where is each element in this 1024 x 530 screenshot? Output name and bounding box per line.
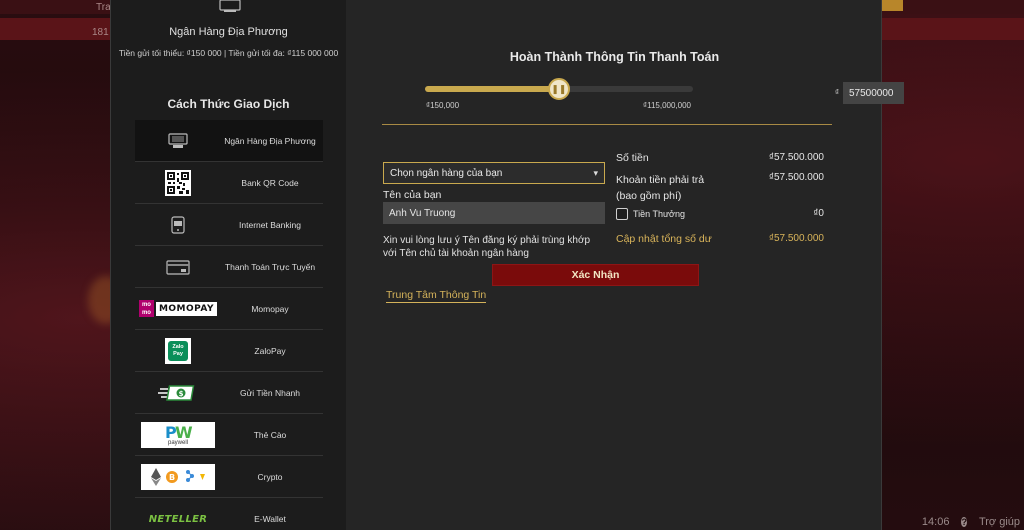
method-label: Crypto bbox=[257, 471, 283, 482]
zalopay-mark: Zalo Pay bbox=[168, 340, 188, 361]
summary-row-payable: Khoản tiền phải trả (bao gồm phí) ₫57.50… bbox=[616, 172, 824, 204]
summary-payable-label-line2: (bao gồm phí) bbox=[616, 190, 682, 202]
info-center-link[interactable]: Trung Tâm Thông Tin bbox=[386, 289, 487, 303]
name-match-notice: Xin vui lòng lưu ý Tên đăng ký phải trùn… bbox=[383, 235, 591, 259]
summary-row-bonus: Tiền Thưởng ₫0 bbox=[616, 208, 824, 221]
method-item-ewallet[interactable]: NETELLER E-Wallet bbox=[135, 498, 323, 530]
momo-logo: mo mo MOMOPAY bbox=[138, 300, 218, 317]
summary-balance-label: Cập nhật tổng số dư bbox=[616, 233, 712, 245]
form-title: Hoàn Thành Thông Tin Thanh Toán bbox=[509, 50, 720, 64]
help-label[interactable]: Trợ giúp bbox=[979, 516, 1020, 528]
momo-badge: mo mo bbox=[138, 300, 154, 317]
backdrop-footer: 14:06 ? Trợ giúp bbox=[922, 516, 1020, 528]
crypto-coins-icon: B bbox=[151, 467, 205, 486]
summary-payable-label-line1: Khoản tiền phải trả bbox=[616, 174, 705, 186]
neteller-logo: NETELLER bbox=[148, 513, 208, 525]
method-label: Gửi Tiền Nhanh bbox=[239, 387, 301, 398]
fast-money-icon: $ bbox=[158, 384, 195, 401]
amount-input[interactable] bbox=[843, 82, 904, 104]
method-label: Bank QR Code bbox=[241, 177, 299, 188]
summary-amount-value: ₫57.500.000 bbox=[768, 152, 824, 163]
crypto-logo: B bbox=[141, 463, 215, 490]
chevron-down-icon: ▾ bbox=[593, 167, 598, 178]
summary-payable-value: ₫57.500.000 bbox=[768, 172, 824, 183]
method-label: E-Wallet bbox=[254, 514, 286, 524]
method-item-momopay[interactable]: mo mo MOMOPAY Momopay bbox=[135, 288, 323, 330]
slider-grip-icon: ❚❚ bbox=[551, 83, 567, 94]
amount-slider-fill bbox=[425, 86, 559, 92]
method-item-scratch-card[interactable]: P W paywell Thẻ Cào bbox=[135, 414, 323, 456]
backdrop-gold-button bbox=[881, 0, 903, 11]
help-icon: ? bbox=[961, 517, 967, 527]
backdrop-time: 14:06 bbox=[921, 516, 950, 528]
method-label: Thẻ Cào bbox=[253, 429, 287, 440]
bank-card-icon bbox=[219, 0, 241, 12]
amount-slider[interactable]: ❚❚ bbox=[425, 78, 693, 100]
method-label: Thanh Toán Trực Tuyến bbox=[224, 261, 316, 272]
section-divider bbox=[382, 124, 832, 125]
confirm-button[interactable]: Xác Nhận bbox=[492, 264, 699, 286]
bonus-option[interactable]: Tiền Thưởng bbox=[616, 208, 685, 221]
bank-select-value: Chọn ngân hàng của bạn bbox=[390, 167, 503, 179]
method-item-local-bank[interactable]: Ngân Hàng Địa Phương bbox=[135, 120, 323, 162]
bonus-label: Tiền Thưởng bbox=[633, 209, 685, 220]
method-label: Ngân Hàng Địa Phương bbox=[224, 135, 316, 146]
method-label: Momopay bbox=[251, 303, 289, 314]
online-payment-icon bbox=[166, 259, 190, 275]
method-item-internet-banking[interactable]: Internet Banking bbox=[135, 204, 323, 246]
method-item-fast-deposit[interactable]: $ Gửi Tiền Nhanh bbox=[135, 372, 323, 414]
phone-banking-icon bbox=[171, 215, 185, 234]
backdrop-text-2: 181 bbox=[92, 27, 109, 38]
payment-method-panel: Ngân Hàng Địa Phương Tiền gửi tối thiểu:… bbox=[111, 0, 346, 530]
momo-wordmark: MOMOPAY bbox=[155, 301, 218, 316]
selected-method-name: Ngân Hàng Địa Phương bbox=[169, 26, 288, 38]
summary-balance-value: ₫57.500.000 bbox=[768, 233, 824, 244]
summary-row-balance: Cập nhật tổng số dư ₫57.500.000 bbox=[616, 233, 824, 245]
slider-min-label: ₫150,000 bbox=[426, 101, 460, 110]
help-link[interactable]: ? bbox=[961, 516, 967, 528]
amount-slider-handle[interactable]: ❚❚ bbox=[547, 78, 570, 100]
method-label: ZaloPay bbox=[254, 345, 286, 356]
method-list: Ngân Hàng Địa Phương Bank QR Code Intern… bbox=[135, 120, 323, 530]
paywell-logo: P W paywell bbox=[141, 421, 215, 448]
methods-title: Cách Thức Giao Dịch bbox=[167, 97, 290, 111]
amount-currency-symbol: ₫ bbox=[835, 88, 840, 97]
qr-code-icon bbox=[165, 169, 191, 196]
summary-bonus-value: ₫0 bbox=[813, 208, 824, 219]
name-field[interactable]: Anh Vu Truong bbox=[383, 202, 605, 224]
bank-card-icon bbox=[168, 132, 188, 148]
zalopay-logo: Zalo Pay bbox=[165, 337, 191, 364]
name-field-label: Tên của bạn bbox=[383, 189, 442, 201]
paywell-wordmark: paywell bbox=[167, 439, 188, 446]
method-item-online-payment[interactable]: Thanh Toán Trực Tuyến bbox=[135, 246, 323, 288]
method-item-crypto[interactable]: B Crypto bbox=[135, 456, 323, 498]
method-item-bank-qr[interactable]: Bank QR Code bbox=[135, 162, 323, 204]
deposit-modal: Ngân Hàng Địa Phương Tiền gửi tối thiểu:… bbox=[110, 0, 904, 530]
backdrop-text-1: Tra bbox=[96, 2, 111, 13]
slider-max-label: ₫115,000,000 bbox=[643, 101, 691, 110]
paywell-mark-icon: P W bbox=[165, 424, 193, 440]
summary-row-amount: Số tiền ₫57.500.000 bbox=[616, 152, 824, 164]
svg-text:B: B bbox=[169, 473, 175, 482]
deposit-limits: Tiền gửi tối thiểu: ₫150 000 | Tiền gửi … bbox=[118, 48, 339, 58]
summary-amount-label: Số tiền bbox=[616, 152, 649, 164]
bonus-checkbox[interactable] bbox=[616, 208, 628, 221]
svg-text:W: W bbox=[175, 424, 193, 440]
svg-text:$: $ bbox=[179, 390, 184, 398]
method-label: Internet Banking bbox=[239, 219, 301, 230]
method-item-zalopay[interactable]: Zalo Pay ZaloPay bbox=[135, 330, 323, 372]
summary-payable-label: Khoản tiền phải trả (bao gồm phí) bbox=[616, 172, 704, 204]
bank-select-dropdown[interactable]: Chọn ngân hàng của bạn ▾ bbox=[383, 162, 605, 184]
